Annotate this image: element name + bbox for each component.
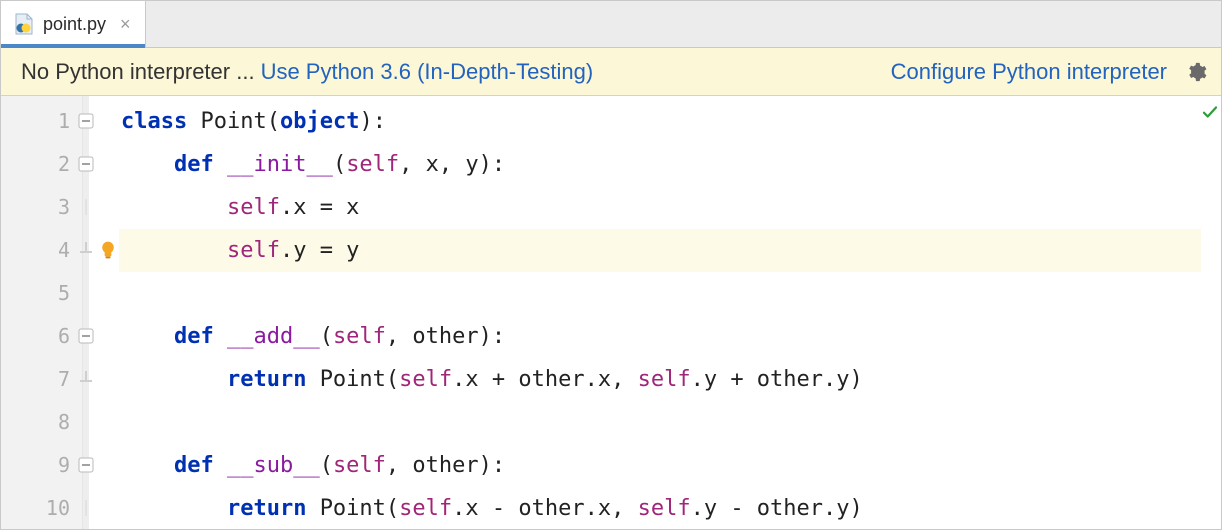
fold-marker [78, 242, 94, 258]
line-number: 5 [1, 272, 70, 315]
code-line[interactable]: def __add__(self, other): [119, 315, 1201, 358]
line-number: 6 [1, 315, 70, 358]
close-tab-icon[interactable]: × [114, 14, 131, 35]
fold-column [83, 96, 119, 529]
code-line[interactable]: return Point(self.x - other.x, self.y - … [119, 487, 1201, 529]
line-number: 10 [1, 487, 70, 529]
line-number: 9 [1, 444, 70, 487]
warning-message: No Python interpreter ... [21, 59, 255, 85]
use-interpreter-link[interactable]: Use Python 3.6 (In-Depth-Testing) [261, 59, 594, 85]
line-number: 7 [1, 358, 70, 401]
code-line[interactable]: class Point(object): [119, 100, 1201, 143]
line-number: 8 [1, 401, 70, 444]
marker-strip [1201, 96, 1221, 529]
line-number: 2 [1, 143, 70, 186]
line-number: 4 [1, 229, 70, 272]
line-number: 1 [1, 100, 70, 143]
fold-marker [78, 371, 94, 387]
active-tab-indicator [1, 44, 145, 48]
file-tab[interactable]: point.py × [1, 1, 146, 47]
code-line[interactable]: def __sub__(self, other): [119, 444, 1201, 487]
code-area[interactable]: class Point(object): def __init__(self, … [119, 96, 1201, 529]
line-number: 3 [1, 186, 70, 229]
code-line[interactable]: def __init__(self, x, y): [119, 143, 1201, 186]
intention-bulb-icon[interactable] [97, 239, 119, 261]
checkmark-icon [1201, 102, 1219, 127]
code-editor[interactable]: 12345678910 class Point(object): def __i… [1, 96, 1221, 529]
fold-marker[interactable] [78, 457, 94, 473]
configure-interpreter-link[interactable]: Configure Python interpreter [891, 59, 1167, 85]
code-line[interactable]: return Point(self.x + other.x, self.y + … [119, 358, 1201, 401]
code-line[interactable] [119, 401, 1201, 444]
tab-bar: point.py × [1, 1, 1221, 48]
code-line[interactable]: self.x = x [119, 186, 1201, 229]
code-line[interactable] [119, 272, 1201, 315]
gear-icon[interactable] [1185, 61, 1207, 83]
code-line[interactable]: self.y = y [119, 229, 1201, 272]
python-file-icon [13, 13, 35, 35]
interpreter-warning-bar: No Python interpreter ... Use Python 3.6… [1, 48, 1221, 96]
fold-marker [78, 199, 94, 215]
tab-filename: point.py [43, 14, 106, 35]
fold-marker[interactable] [78, 113, 94, 129]
fold-marker[interactable] [78, 328, 94, 344]
fold-marker[interactable] [78, 156, 94, 172]
fold-marker [78, 500, 94, 516]
line-number-gutter: 12345678910 [1, 96, 83, 529]
